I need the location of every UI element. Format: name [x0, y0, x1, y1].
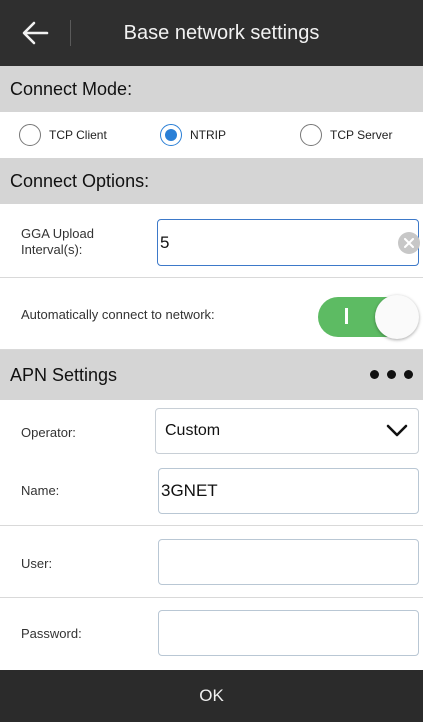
radio-circle — [19, 124, 41, 146]
clear-icon[interactable] — [398, 232, 420, 254]
password-input[interactable] — [158, 610, 419, 656]
radio-ntrip[interactable]: NTRIP — [160, 124, 226, 146]
chevron-down-icon — [386, 424, 408, 437]
gga-upload-row: GGA Upload Interval(s): 5 — [0, 204, 423, 278]
radio-label: NTRIP — [190, 128, 226, 142]
auto-connect-row: Automatically connect to network: — [0, 278, 423, 350]
gga-upload-input[interactable]: 5 — [157, 219, 420, 266]
gga-upload-label: GGA Upload Interval(s): — [21, 226, 94, 257]
connect-options-header: Connect Options: — [0, 158, 423, 204]
auto-connect-label: Automatically connect to network: — [21, 307, 215, 322]
user-row: User: — [0, 526, 423, 598]
more-icon[interactable] — [370, 370, 413, 379]
name-label: Name: — [21, 483, 60, 498]
apn-settings-title: APN Settings — [10, 364, 118, 385]
gga-upload-value: 5 — [160, 232, 170, 252]
radio-label: TCP Client — [49, 128, 107, 142]
user-label: User: — [21, 556, 53, 571]
connect-mode-header: Connect Mode: — [0, 66, 423, 112]
operator-value: Custom — [165, 422, 221, 439]
radio-label: TCP Server — [330, 128, 393, 142]
toggle-knob — [375, 295, 419, 339]
name-input[interactable]: 3GNET — [158, 468, 419, 514]
radio-tcp-client[interactable]: TCP Client — [19, 124, 107, 146]
operator-select[interactable]: Custom — [155, 408, 419, 454]
radio-circle — [300, 124, 322, 146]
name-row: Name: 3GNET — [0, 458, 423, 526]
radio-tcp-server[interactable]: TCP Server — [300, 124, 392, 146]
auto-connect-toggle[interactable] — [318, 295, 419, 339]
radio-circle-selected — [160, 124, 182, 146]
app-header: Base network settings — [0, 0, 423, 66]
page-title: Base network settings — [123, 22, 320, 44]
ok-button[interactable]: OK — [0, 670, 423, 722]
toggle-on-mark — [345, 308, 348, 324]
connect-mode-radio-group: TCP Client NTRIP TCP Server — [0, 112, 423, 158]
apn-settings-header: APN Settings — [0, 350, 423, 400]
name-value: 3GNET — [161, 481, 218, 500]
user-input[interactable] — [158, 539, 419, 585]
operator-label: Operator: — [21, 425, 76, 440]
password-row: Password: — [0, 598, 423, 670]
password-label: Password: — [21, 626, 82, 641]
